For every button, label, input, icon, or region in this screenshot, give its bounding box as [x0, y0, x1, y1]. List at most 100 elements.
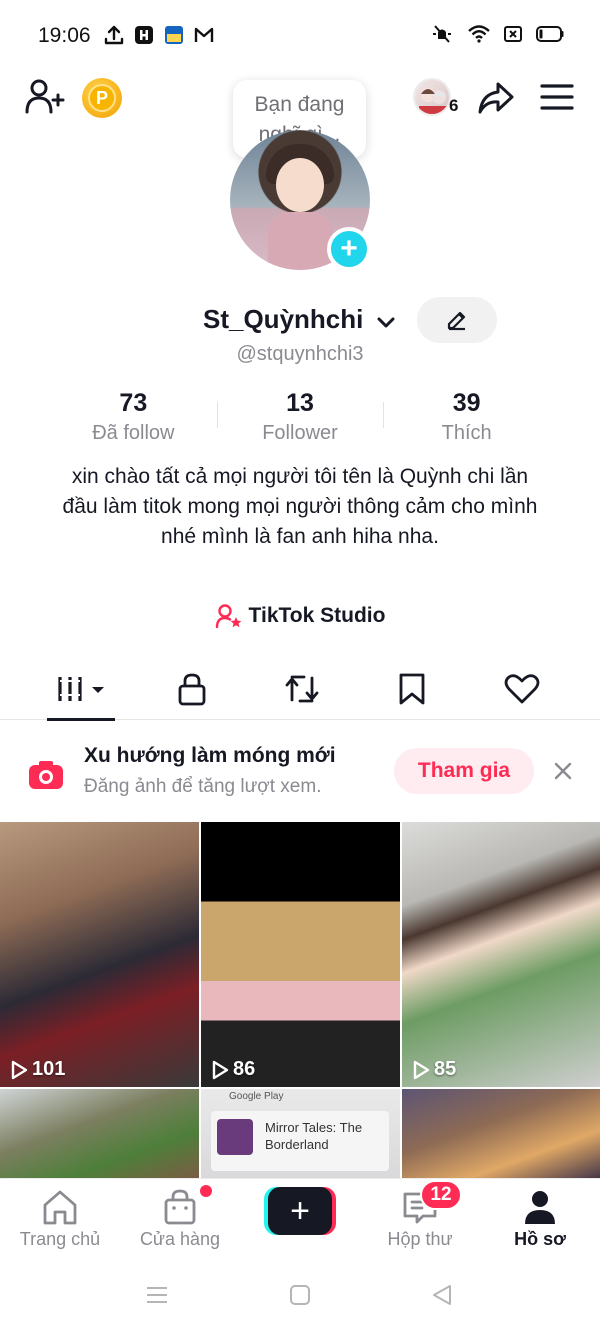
avatar-face-shape — [276, 158, 324, 212]
status-icons-left — [104, 24, 214, 46]
status-time: 19:06 — [38, 24, 91, 47]
view-count-value: 86 — [233, 1058, 256, 1080]
nav-home[interactable]: Trang chủ — [5, 1187, 115, 1250]
coin-icon: P — [88, 84, 116, 112]
create-plus-icon: + — [268, 1187, 332, 1235]
view-count-value: 101 — [32, 1058, 66, 1080]
app-notification-icon — [164, 25, 184, 45]
view-count: 86 — [211, 1058, 255, 1081]
close-icon — [554, 762, 572, 780]
profile-tabs — [0, 658, 600, 721]
view-count-value: 85 — [434, 1058, 457, 1080]
hamburger-menu-icon — [540, 84, 574, 110]
nav-shop[interactable]: Cửa hàng — [125, 1187, 235, 1250]
video-thumbnail[interactable]: 101 — [0, 822, 199, 1087]
view-count: 101 — [10, 1058, 65, 1081]
banner-title: Xu hướng làm móng mới — [84, 744, 336, 767]
recent-apps-icon[interactable] — [146, 1284, 168, 1311]
bookmark-icon — [399, 673, 425, 705]
play-icon — [413, 1060, 430, 1079]
video-thumbnail[interactable]: 85 — [402, 822, 600, 1087]
likes-label: Thích — [441, 422, 492, 444]
camera-icon — [28, 759, 64, 791]
following-count: 73 — [119, 389, 148, 417]
video-thumbnail[interactable]: 86 — [201, 822, 400, 1087]
game-thumbnail — [217, 1119, 253, 1155]
tab-reposts[interactable] — [247, 658, 357, 720]
username[interactable]: St_Quỳnhchi — [203, 304, 363, 335]
view-count: 85 — [412, 1058, 456, 1081]
shopping-bag-icon — [125, 1187, 235, 1227]
video-grid: 101 86 85 Google Play Mirror Tales: The … — [0, 822, 600, 1178]
videos-grid-icon — [58, 677, 104, 701]
followers-stat[interactable]: 13 Follower — [216, 386, 384, 446]
name-row: St_Quỳnhchi — [0, 300, 600, 344]
repost-icon — [285, 675, 319, 703]
hbo-icon — [134, 25, 154, 45]
profile-bio: xin chào tất cả mọi người tôi tên là Quỳ… — [62, 465, 538, 548]
join-button[interactable]: Tham gia — [394, 748, 534, 794]
add-story-button[interactable]: + — [327, 227, 371, 271]
nav-profile[interactable]: Hồ sơ — [485, 1187, 595, 1250]
add-friend-button[interactable] — [24, 76, 66, 118]
studio-label: TikTok Studio — [248, 604, 386, 627]
plus-icon: + — [340, 232, 358, 265]
nav-inbox-label: Hộp thư — [387, 1229, 453, 1249]
banner-subtitle: Đăng ảnh để tăng lượt xem. — [84, 776, 322, 797]
friends-count: 6 — [449, 96, 459, 115]
pencil-icon — [447, 311, 466, 331]
tab-private[interactable] — [137, 658, 247, 720]
play-icon — [11, 1060, 28, 1079]
heart-icon — [504, 674, 540, 704]
menu-button[interactable] — [540, 82, 574, 112]
back-icon[interactable] — [431, 1284, 453, 1311]
share-icon — [478, 82, 514, 114]
upload-icon — [104, 24, 124, 46]
home-button-icon[interactable] — [289, 1284, 311, 1311]
tiktok-studio-link[interactable]: TikTok Studio — [0, 603, 600, 629]
battery-icon — [536, 25, 564, 43]
creator-icon — [215, 604, 241, 629]
user-handle: @stquynhchi3 — [236, 343, 364, 365]
status-icons-right — [430, 24, 564, 44]
nav-home-label: Trang chủ — [19, 1229, 101, 1249]
friends-avatar-icon — [419, 88, 449, 114]
chevron-down-icon[interactable] — [376, 312, 396, 332]
ad-source: Google Play — [229, 1091, 284, 1102]
likes-stat[interactable]: 39 Thích — [383, 386, 550, 446]
nav-profile-label: Hồ sơ — [514, 1229, 566, 1249]
profile-stats: 73 Đã follow 13 Follower 39 Thích — [50, 386, 550, 446]
tab-liked[interactable] — [467, 658, 577, 720]
followers-label: Follower — [262, 422, 338, 444]
tab-favorites[interactable] — [357, 658, 467, 720]
profile-icon — [485, 1187, 595, 1227]
play-icon — [212, 1060, 229, 1079]
wifi-icon — [468, 25, 490, 43]
create-button[interactable]: + — [264, 1187, 336, 1235]
system-nav-bar — [0, 1262, 600, 1333]
home-icon — [5, 1187, 115, 1227]
inbox-badge: 12 — [420, 1180, 462, 1210]
ad-title: Mirror Tales: The Borderland — [265, 1120, 363, 1152]
add-user-icon — [25, 79, 65, 114]
following-label: Đã follow — [92, 422, 175, 444]
lock-icon — [178, 673, 206, 706]
silent-icon — [430, 24, 454, 44]
following-stat[interactable]: 73 Đã follow — [50, 386, 217, 446]
video-thumbnail[interactable]: Google Play Mirror Tales: The Borderland — [201, 1089, 400, 1178]
friends-avatar[interactable] — [413, 78, 451, 116]
tab-videos[interactable] — [27, 658, 137, 721]
edit-profile-button[interactable] — [417, 297, 497, 343]
avatar-body-shape — [268, 212, 332, 270]
gmail-icon — [194, 26, 214, 44]
video-thumbnail[interactable] — [402, 1089, 600, 1178]
video-thumbnail[interactable] — [0, 1089, 199, 1178]
likes-count: 39 — [452, 389, 481, 417]
share-profile-button[interactable] — [476, 78, 516, 118]
close-banner-button[interactable] — [552, 760, 574, 782]
coins-button[interactable]: P — [82, 78, 122, 118]
status-bar: 19:06 — [0, 0, 600, 72]
shop-notification-dot — [200, 1185, 212, 1197]
nav-shop-label: Cửa hàng — [139, 1229, 221, 1249]
followers-count: 13 — [286, 389, 314, 417]
